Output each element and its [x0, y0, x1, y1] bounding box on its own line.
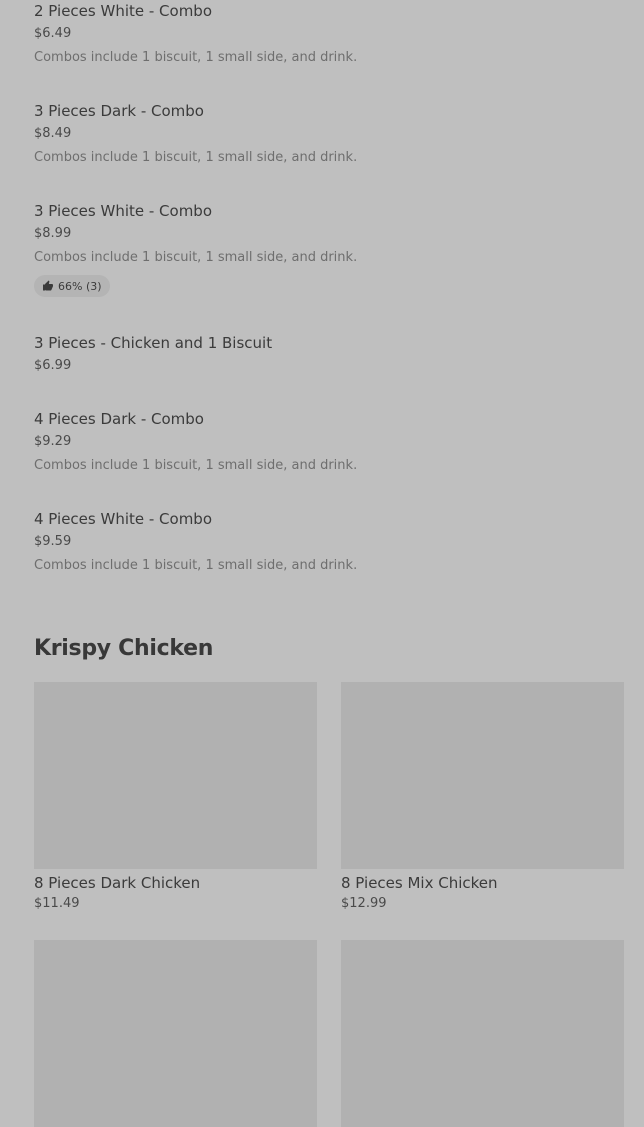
product-name: 8 Pieces Dark Chicken [34, 874, 201, 892]
product-price: $12.99 [341, 896, 387, 911]
menu-page: 2 Pieces White - Combo $6.49 Combos incl… [0, 0, 644, 1127]
item-price: $9.59 [34, 534, 72, 549]
item-price: $6.99 [34, 358, 72, 373]
product-image [341, 940, 624, 1127]
product-image [341, 682, 624, 869]
item-description: Combos include 1 biscuit, 1 small side, … [34, 558, 358, 573]
product-card[interactable]: 8 Pieces Mix Chicken $12.99 [341, 682, 624, 913]
section-title: Krispy Chicken [34, 636, 214, 661]
thumbs-up-icon [43, 280, 53, 291]
item-description: Combos include 1 biscuit, 1 small side, … [34, 458, 358, 473]
item-description: Combos include 1 biscuit, 1 small side, … [34, 50, 358, 65]
item-name: 3 Pieces - Chicken and 1 Biscuit [34, 334, 273, 352]
product-image [34, 940, 317, 1127]
menu-item[interactable]: 4 Pieces Dark - Combo $9.29 Combos inclu… [34, 409, 624, 475]
product-card[interactable]: 8 Pieces Dark Chicken $11.49 [34, 682, 317, 913]
item-name: 2 Pieces White - Combo [34, 2, 213, 20]
rating-badge: 66% (3) [34, 275, 110, 297]
item-name: 3 Pieces Dark - Combo [34, 102, 204, 120]
product-name: 8 Pieces Mix Chicken [341, 874, 498, 892]
item-name: 4 Pieces Dark - Combo [34, 410, 204, 428]
menu-item[interactable]: 3 Pieces - Chicken and 1 Biscuit $6.99 [34, 333, 624, 375]
item-price: $6.49 [34, 26, 72, 41]
item-description: Combos include 1 biscuit, 1 small side, … [34, 150, 358, 165]
item-description: Combos include 1 biscuit, 1 small side, … [34, 250, 358, 265]
item-name: 3 Pieces White - Combo [34, 202, 213, 220]
item-price: $8.49 [34, 126, 72, 141]
item-name: 4 Pieces White - Combo [34, 510, 213, 528]
menu-item[interactable]: 3 Pieces Dark - Combo $8.49 Combos inclu… [34, 101, 624, 167]
menu-item[interactable]: 3 Pieces White - Combo $8.99 Combos incl… [34, 201, 624, 297]
item-price: $9.29 [34, 434, 72, 449]
item-price: $8.99 [34, 226, 72, 241]
menu-item[interactable]: 4 Pieces White - Combo $9.59 Combos incl… [34, 509, 624, 575]
product-card[interactable] [341, 940, 624, 1127]
product-image [34, 682, 317, 869]
rating-text: 66% (3) [58, 279, 102, 293]
menu-item[interactable]: 2 Pieces White - Combo $6.49 Combos incl… [34, 1, 624, 67]
product-card[interactable] [34, 940, 317, 1127]
product-price: $11.49 [34, 896, 80, 911]
